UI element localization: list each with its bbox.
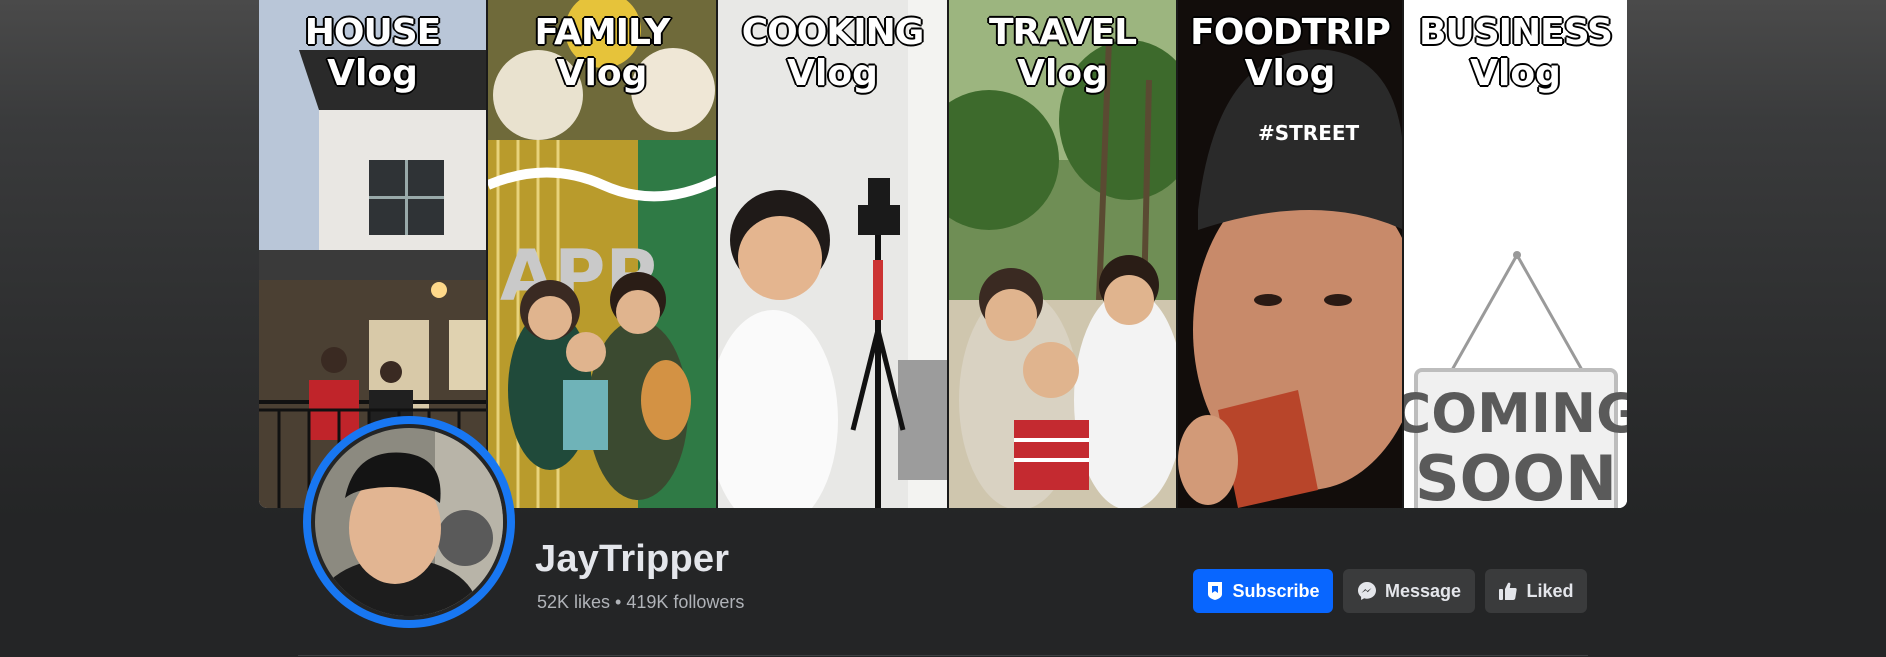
page-stats[interactable]: 52K likes • 419K followers xyxy=(537,592,744,613)
cover-panel-cooking: COOKING Vlog xyxy=(718,0,949,508)
page-title: JayTripper xyxy=(535,538,730,580)
message-button[interactable]: Message xyxy=(1343,569,1475,613)
panel-title-line2: Vlog xyxy=(1016,52,1109,95)
liked-button[interactable]: Liked xyxy=(1485,569,1587,613)
subscribe-label: Subscribe xyxy=(1232,580,1320,601)
subscribe-button[interactable]: Subscribe xyxy=(1193,569,1333,613)
liked-label: Liked xyxy=(1526,580,1574,601)
panel-title-line1: COOKING xyxy=(741,11,926,54)
panel-title-line1: FAMILY xyxy=(534,11,672,54)
panel-title-business: BUSINESS Vlog xyxy=(1404,11,1627,95)
messenger-icon xyxy=(1357,581,1377,601)
panel-title-line2: Vlog xyxy=(1469,52,1562,95)
panel-title-cooking: COOKING Vlog xyxy=(718,11,947,95)
header-divider xyxy=(298,655,1588,656)
sign-line2: SOON xyxy=(1415,442,1617,508)
avatar-image xyxy=(315,428,503,616)
thumbs-up-icon xyxy=(1498,581,1518,601)
cover-panel-business: COMING SOON BUSINESS Vlog xyxy=(1404,0,1627,508)
shield-bookmark-icon xyxy=(1206,581,1224,601)
panel-title-line1: TRAVEL xyxy=(988,11,1138,54)
cap-text: #STREET xyxy=(1258,121,1360,145)
page-header: HOUSE Vlog APP FAMILY Vlog COOKING Vlog … xyxy=(0,0,1886,657)
cover-panel-family: APP FAMILY Vlog xyxy=(488,0,718,508)
cover-panel-travel: TRAVEL Vlog xyxy=(949,0,1178,508)
panel-title-line1: HOUSE xyxy=(304,11,442,54)
panel-title-house: HOUSE Vlog xyxy=(259,11,486,95)
panel-title-family: FAMILY Vlog xyxy=(488,11,716,95)
panel-title-travel: TRAVEL Vlog xyxy=(949,11,1176,95)
profile-avatar[interactable] xyxy=(303,416,515,628)
panel-title-line2: Vlog xyxy=(326,52,419,95)
panel-title-line2: Vlog xyxy=(786,52,879,95)
panel-title-line1: BUSINESS xyxy=(1418,11,1614,54)
panel-title-foodtrip: FOODTRIP Vlog xyxy=(1178,11,1402,95)
sign-line1: COMING xyxy=(1404,382,1627,445)
cover-panel-foodtrip: #STREET FOODTRIP Vlog xyxy=(1178,0,1404,508)
avatar-portrait-illustration xyxy=(315,428,503,616)
message-label: Message xyxy=(1384,580,1462,601)
panel-title-line1: FOODTRIP xyxy=(1189,11,1392,54)
panel-title-line2: Vlog xyxy=(556,52,649,95)
panel-title-line2: Vlog xyxy=(1244,52,1337,95)
avatar-border xyxy=(311,424,507,620)
